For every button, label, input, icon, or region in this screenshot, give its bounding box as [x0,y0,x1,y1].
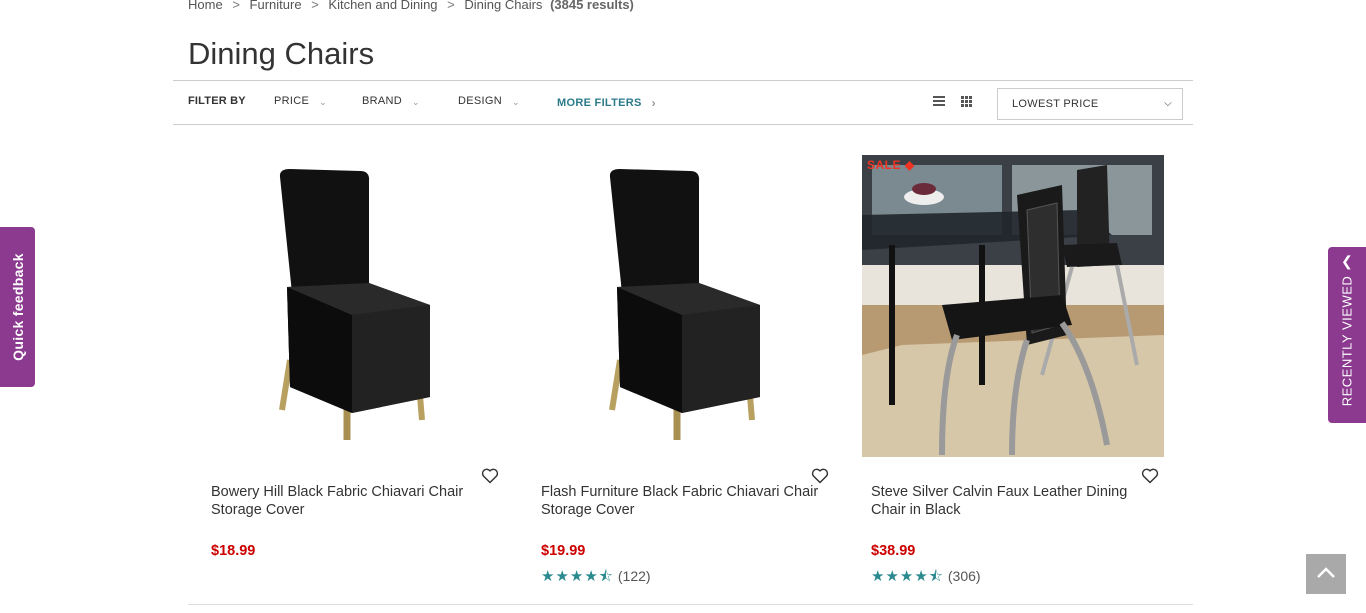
product-card[interactable]: Flash Furniture Black Fabric Chiavari Ch… [532,155,834,585]
product-rating[interactable]: ★★★★⯪ (122) [541,566,651,591]
review-count: (306) [947,568,981,584]
product-name[interactable]: Steve Silver Calvin Faux Leather Dining … [871,483,1151,519]
sort-selected-value: LOWEST PRICE [1012,98,1099,110]
back-to-top-button[interactable] [1306,554,1346,594]
product-image[interactable] [532,155,834,457]
chevron-down-icon: ⌄ [412,97,420,107]
page: Home > Furniture > Kitchen and Dining > … [0,0,1366,613]
product-image[interactable] [202,155,504,457]
breadcrumb-dining-chairs[interactable]: Dining Chairs [464,0,542,12]
review-count: (122) [617,568,651,584]
filter-by-label: FILTER BY [188,95,246,107]
breadcrumb-kitchen-dining[interactable]: Kitchen and Dining [328,0,437,12]
filter-design[interactable]: DESIGN ⌄ [458,95,520,107]
breadcrumb: Home > Furniture > Kitchen and Dining > … [188,0,634,12]
product-price: $38.99 [871,543,916,559]
breadcrumb-separator: > [447,0,455,12]
recently-viewed-tab[interactable]: ❮ RECENTLY VIEWED [1328,247,1366,423]
filter-price[interactable]: PRICE ⌄ [274,95,327,107]
chair-cover-image [279,169,430,440]
chevron-up-icon [1317,567,1335,578]
grid-view-icon[interactable] [961,96,973,107]
product-card[interactable]: Bowery Hill Black Fabric Chiavari Chair … [202,155,504,559]
quick-feedback-label: Quick feedback [9,253,26,361]
breadcrumb-furniture[interactable]: Furniture [250,0,302,12]
sort-select[interactable]: LOWEST PRICE ⌵ [997,88,1183,120]
more-filters-button[interactable]: MORE FILTERS › [557,95,656,110]
product-price: $19.99 [541,543,586,559]
breadcrumb-separator: > [311,0,319,12]
star-rating-icon: ★★★★⯪ [541,568,614,585]
result-count: (3845 results) [550,0,634,12]
chair-cover-image [609,169,760,440]
star-rating-icon: ★★★★⯪ [871,568,944,585]
divider [188,604,1193,605]
chevron-right-icon: › [651,96,656,110]
breadcrumb-home[interactable]: Home [188,0,223,12]
chevron-down-icon: ⌄ [511,97,520,107]
quick-feedback-tab[interactable]: Quick feedback [0,227,35,387]
dining-set-image [862,155,1164,457]
filter-design-label: DESIGN [458,95,502,107]
product-price: $18.99 [211,543,256,559]
product-card[interactable]: SALE ◆ Steve Silver Calvin Faux Leather … [862,155,1164,585]
filter-brand-label: BRAND [362,95,403,107]
sale-tag-icon: ◆ [904,158,915,172]
heart-icon[interactable] [811,468,829,484]
chevron-down-icon: ⌵ [1164,98,1172,109]
filter-brand[interactable]: BRAND ⌄ [362,95,420,107]
chevron-left-icon: ❮ [1341,253,1353,269]
heart-icon[interactable] [1141,468,1159,484]
product-rating[interactable]: ★★★★⯪ (306) [871,566,981,591]
product-image[interactable]: SALE ◆ [862,155,1164,457]
product-name[interactable]: Flash Furniture Black Fabric Chiavari Ch… [541,483,821,519]
filter-price-label: PRICE [274,95,310,107]
sale-badge: SALE ◆ [867,158,915,172]
heart-icon[interactable] [481,468,499,484]
chevron-down-icon: ⌄ [319,97,327,107]
breadcrumb-separator: > [232,0,240,12]
page-title: Dining Chairs [188,36,375,71]
product-name[interactable]: Bowery Hill Black Fabric Chiavari Chair … [211,483,491,519]
more-filters-label: MORE FILTERS [557,97,642,109]
sale-label: SALE [867,158,902,172]
list-view-icon[interactable] [933,96,945,107]
filter-bar: FILTER BY PRICE ⌄ BRAND ⌄ DESIGN ⌄ MORE FIL… [173,80,1193,125]
recently-viewed-label: RECENTLY VIEWED [1339,275,1355,407]
